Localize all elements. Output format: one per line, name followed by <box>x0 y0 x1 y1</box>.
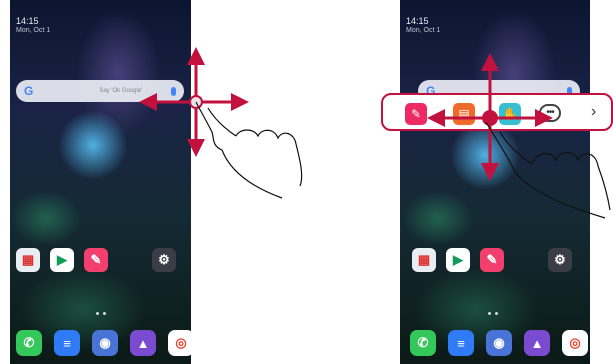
hand-right <box>485 121 611 219</box>
drag-arrows-left <box>139 47 249 157</box>
drag-arrows-right <box>427 53 553 181</box>
hand-left <box>195 101 303 199</box>
gesture-overlay <box>139 47 611 219</box>
